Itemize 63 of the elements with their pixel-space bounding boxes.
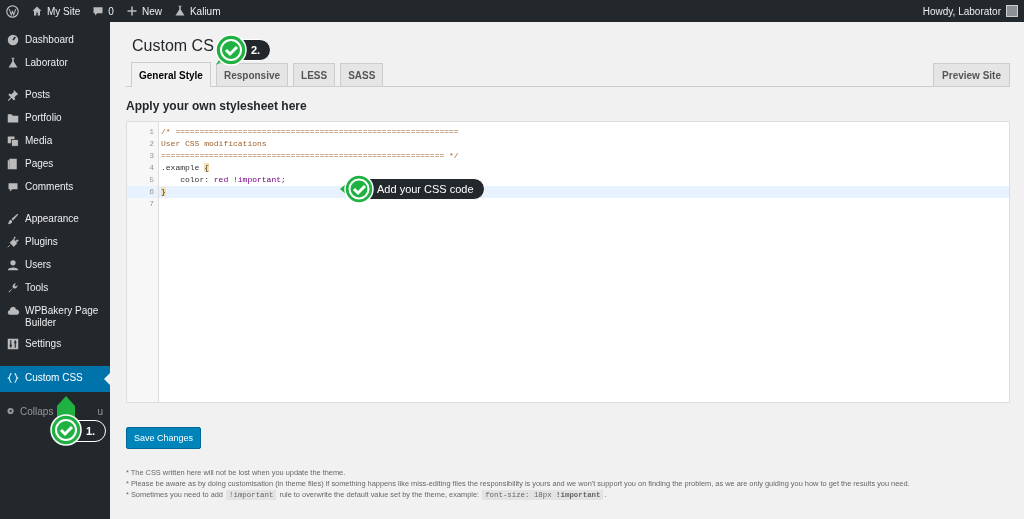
save-changes-button[interactable]: Save Changes [126, 427, 202, 449]
tab[interactable]: SASS [340, 63, 384, 86]
toolbar-link[interactable]: My Site [31, 5, 81, 17]
wrench-icon [7, 282, 19, 294]
cloud-icon [7, 305, 19, 317]
pin-icon [7, 89, 19, 101]
menu-item[interactable]: Media [0, 131, 110, 154]
folder-icon [7, 112, 19, 124]
collapse-menu-text[interactable]: Collaps [20, 405, 54, 417]
tab[interactable]: Responsive [215, 63, 289, 86]
menu-item[interactable]: Users [0, 255, 110, 278]
collapse-icon[interactable] [7, 405, 15, 417]
comment-icon [92, 5, 105, 17]
gauge-icon [7, 34, 19, 46]
menu-item[interactable]: Tools [0, 278, 110, 301]
check-badge-icon [340, 172, 374, 206]
home-icon [31, 5, 43, 17]
sliders-icon [7, 338, 19, 350]
collapse-menu-text[interactable]: u [97, 405, 103, 417]
brush-icon [7, 213, 19, 225]
line-number: 7 [148, 198, 155, 210]
braces-icon [7, 372, 19, 384]
pages-icon [7, 158, 19, 170]
toolbar-link[interactable]: New [125, 5, 162, 17]
toolbar-link[interactable]: 0 [92, 5, 114, 17]
line-number: 5 [148, 174, 155, 186]
menu-item[interactable]: Pages [0, 154, 110, 177]
plug-icon [7, 236, 19, 248]
preview-site-button[interactable]: Preview Site [933, 63, 1010, 86]
user-icon [7, 259, 19, 271]
flask-icon [173, 5, 186, 17]
section-heading: Apply your own stylesheet here [126, 99, 308, 113]
code-line: /* =========================================================== [161, 126, 459, 138]
menu-item[interactable]: Laborator [0, 53, 110, 76]
menu-item[interactable]: Dashboard [0, 30, 110, 53]
page-title: Custom CS [132, 37, 214, 56]
code-line: User CSS modifications [161, 138, 267, 150]
check-badge-icon [214, 33, 248, 67]
line-number: 2 [148, 138, 155, 150]
wordpress-logo-icon[interactable] [6, 4, 19, 18]
toolbar-link[interactable]: Kalium [173, 5, 221, 17]
media-icon [7, 135, 19, 147]
greeting-link[interactable]: Howdy, Laborator [922, 5, 1001, 17]
menu-item[interactable]: Plugins [0, 232, 110, 255]
line-number: 4 [148, 162, 155, 174]
line-number: 3 [148, 150, 155, 162]
menu-item[interactable]: Appearance [0, 209, 110, 232]
comment-icon [7, 181, 19, 193]
line-number: 6 [148, 186, 155, 198]
menu-item[interactable]: WPBakery Page Builder [0, 301, 110, 334]
code-line: color: red !important; [179, 174, 286, 186]
code-line: =========================================================== */ [161, 150, 459, 162]
menu-item[interactable]: Posts [0, 85, 110, 108]
menu-item[interactable]: Portfolio [0, 108, 110, 131]
line-number: 1 [148, 126, 155, 138]
menu-item[interactable]: Settings [0, 334, 110, 357]
plus-icon [125, 5, 138, 17]
tab[interactable]: LESS [293, 63, 336, 86]
code-line: .example { [161, 162, 210, 174]
menu-item[interactable]: Custom CSS [0, 366, 110, 392]
flask-icon [7, 57, 19, 69]
menu-item[interactable]: Comments [0, 177, 110, 200]
tab[interactable]: General Style [131, 62, 211, 87]
